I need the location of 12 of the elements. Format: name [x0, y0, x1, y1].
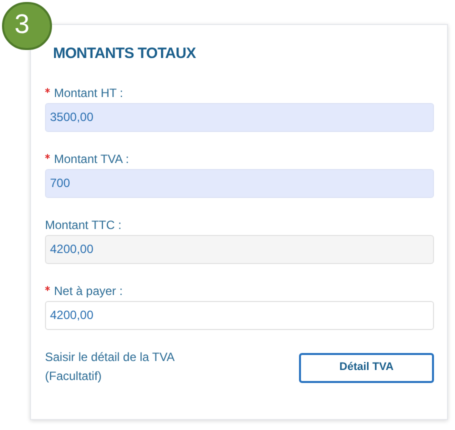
field-label: Montant TTC :	[45, 216, 122, 234]
field-label: Montant HT :	[54, 84, 124, 102]
vat-detail-button[interactable]: Détail TVA	[299, 352, 434, 382]
field-label: Montant TVA :	[54, 150, 129, 168]
section-title: MONTANTS TOTAUX	[53, 44, 197, 64]
step-badge: 3	[2, 2, 52, 50]
input-field[interactable]: 3500,00	[45, 102, 434, 132]
input-field[interactable]: 700	[45, 168, 434, 198]
input-field[interactable]: 4200,00	[45, 300, 434, 330]
field-label: Net à payer :	[54, 282, 123, 300]
vat-detail-hint: Saisir le détail de la TVA (Facultatif)	[45, 348, 175, 384]
input-field[interactable]: 4200,00	[45, 234, 434, 264]
